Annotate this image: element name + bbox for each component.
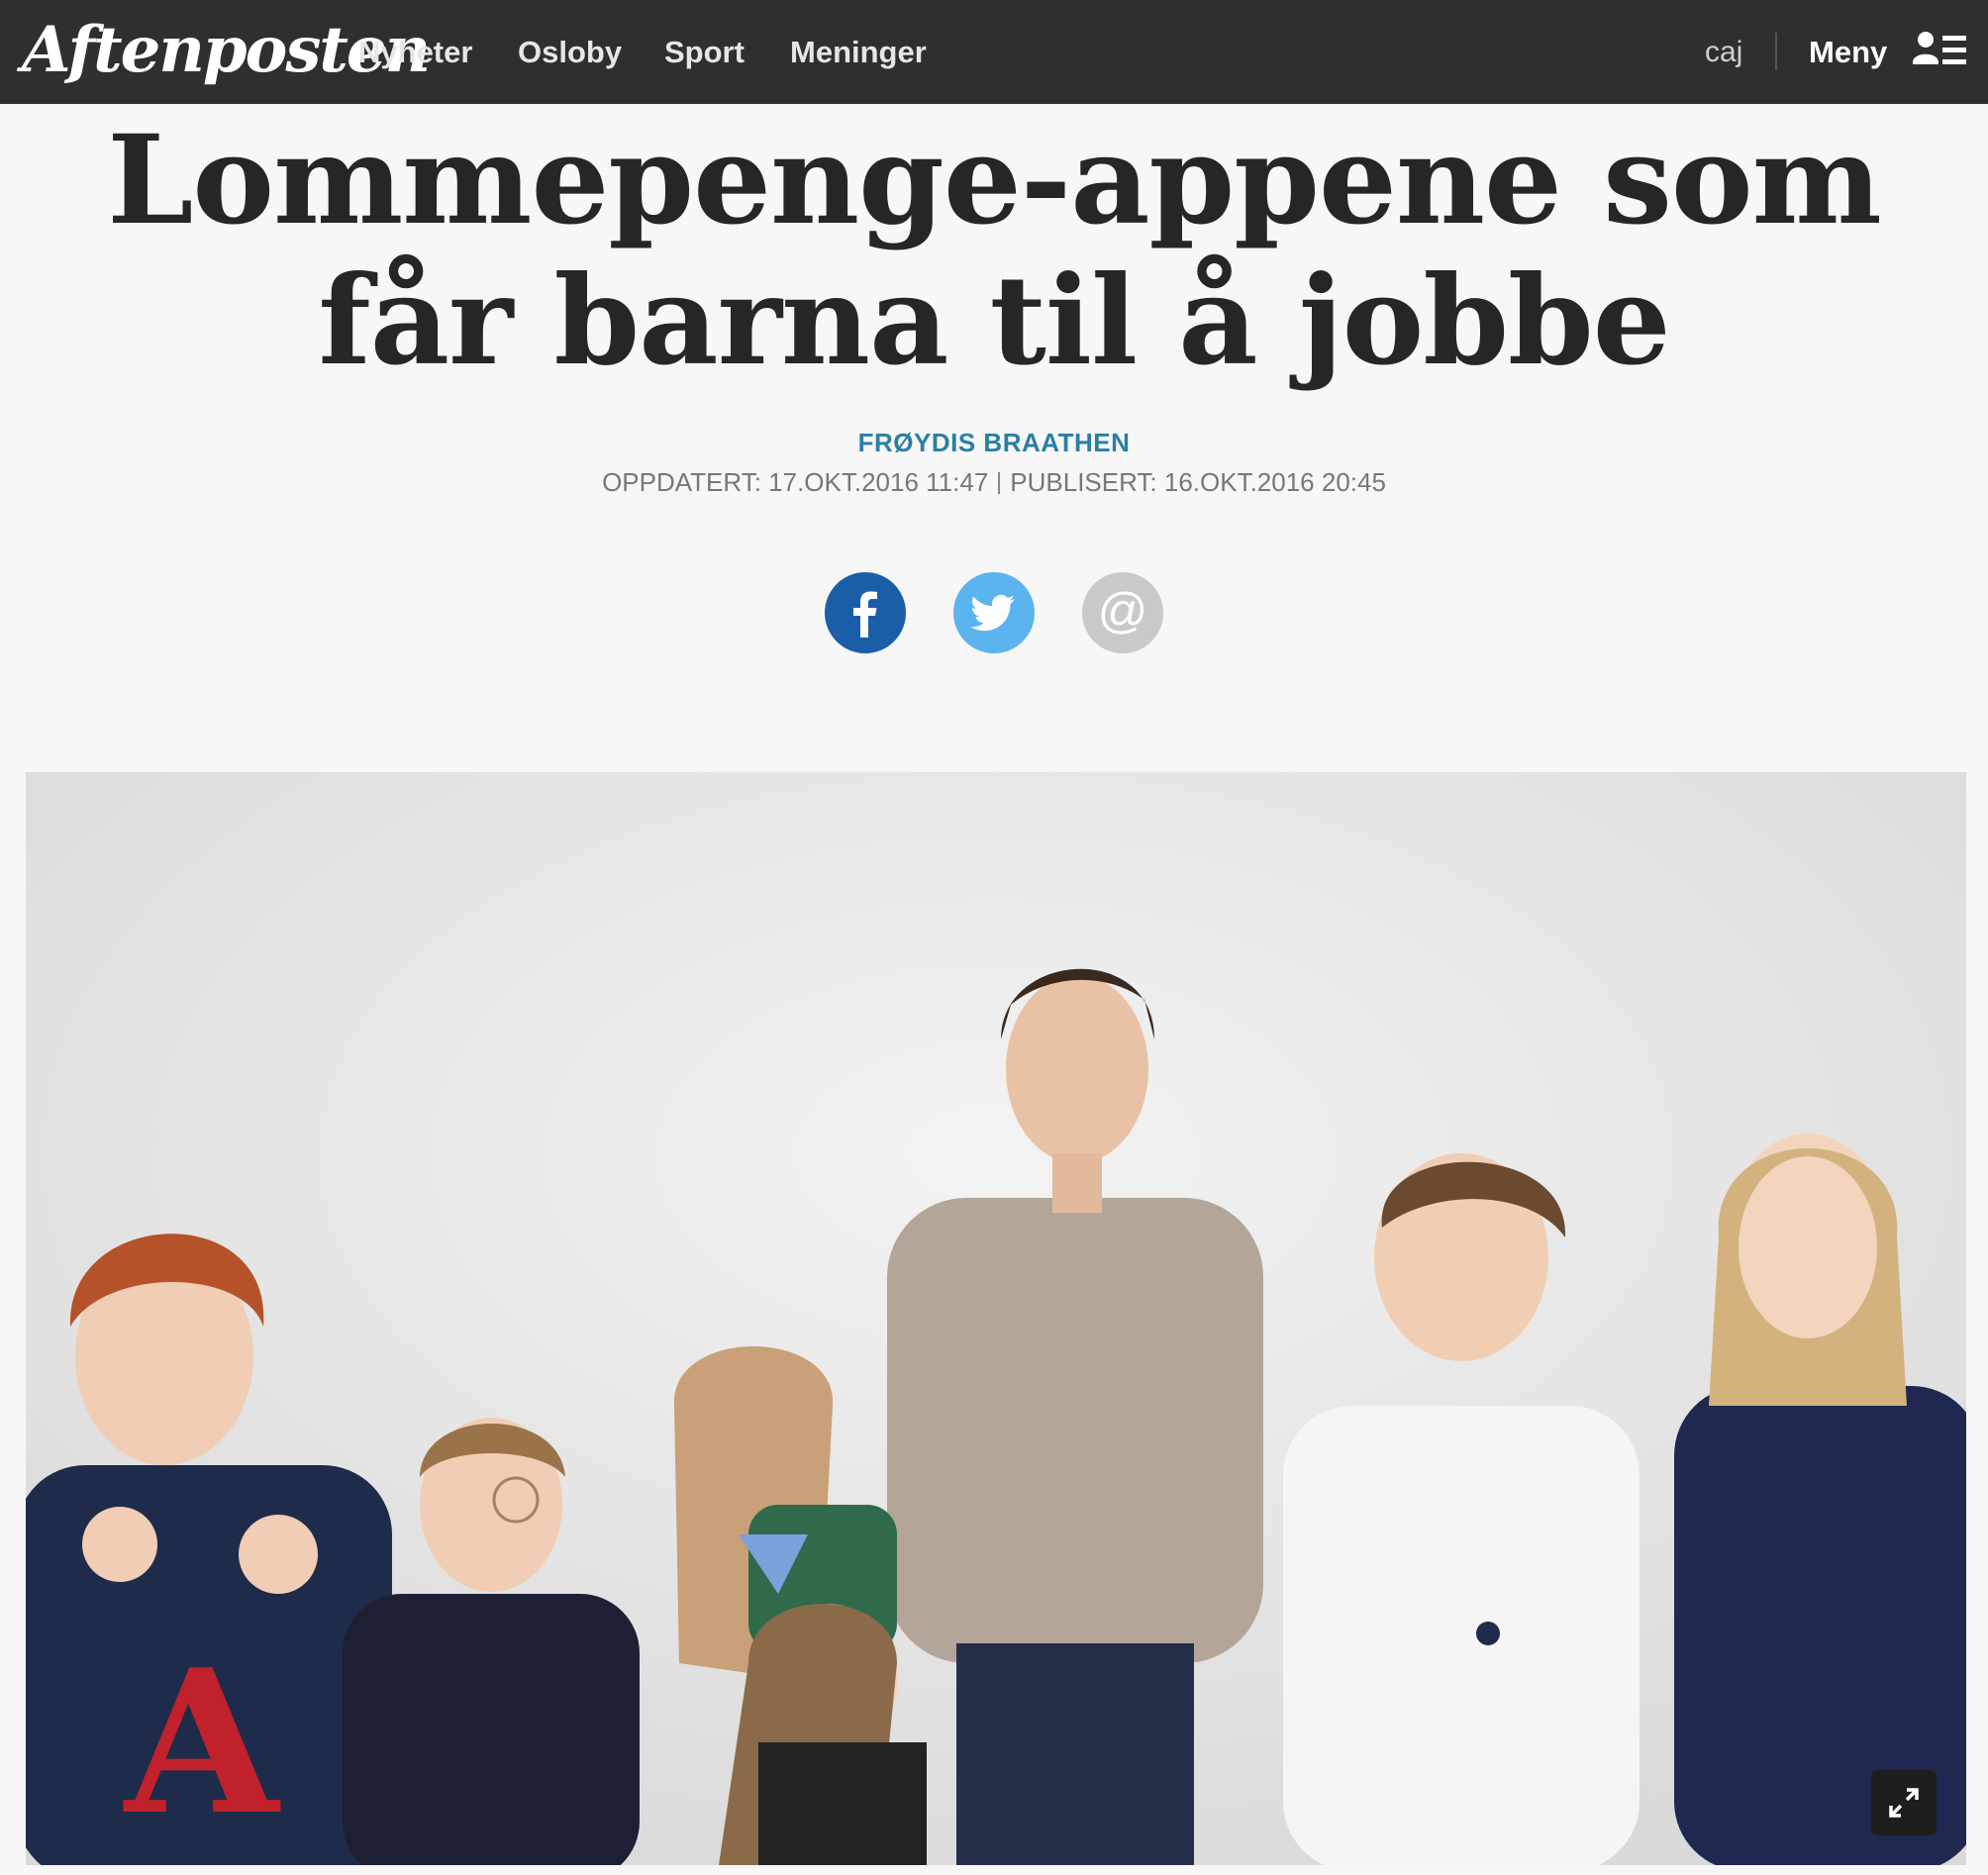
article-headline: Lommepenge-appene som får barna til å jo… bbox=[107, 109, 1882, 393]
share-email-button[interactable]: @ bbox=[1082, 572, 1163, 653]
published-date: PUBLISERT: 16.OKT.2016 20:45 bbox=[1010, 467, 1386, 497]
expand-image-button[interactable] bbox=[1871, 1770, 1937, 1835]
facebook-icon bbox=[853, 591, 877, 638]
twitter-icon bbox=[970, 594, 1015, 632]
svg-text:@: @ bbox=[1098, 583, 1148, 639]
user-menu-icon[interactable] bbox=[1913, 31, 1968, 70]
hero-illustration: A bbox=[26, 772, 1966, 1865]
nav-item-nyheter[interactable]: Nyheter bbox=[358, 0, 472, 104]
menu-button[interactable]: Meny bbox=[1809, 0, 1887, 104]
nav-item-sport[interactable]: Sport bbox=[664, 0, 745, 104]
svg-text:A: A bbox=[123, 1627, 281, 1859]
nav-item-meninger[interactable]: Meninger bbox=[790, 0, 927, 104]
user-initials[interactable]: caj bbox=[1705, 0, 1742, 104]
top-navigation-bar: Aftenposten Nyheter Osloby Sport Meninge… bbox=[0, 0, 1988, 104]
hero-photo[interactable]: A bbox=[26, 772, 1966, 1865]
nav-divider bbox=[1775, 33, 1777, 70]
share-twitter-button[interactable] bbox=[953, 572, 1035, 653]
expand-icon bbox=[1889, 1788, 1919, 1818]
nav-item-osloby[interactable]: Osloby bbox=[518, 0, 622, 104]
share-facebook-button[interactable] bbox=[825, 572, 906, 653]
author-byline[interactable]: FRØYDIS BRAATHEN bbox=[0, 428, 1988, 458]
date-separator bbox=[998, 472, 1001, 494]
updated-date: OPPDATERT: 17.OKT.2016 11:47 bbox=[602, 467, 989, 497]
email-icon: @ bbox=[1098, 583, 1148, 639]
article-dates: OPPDATERT: 17.OKT.2016 11:47 PUBLISERT: 1… bbox=[0, 467, 1988, 498]
